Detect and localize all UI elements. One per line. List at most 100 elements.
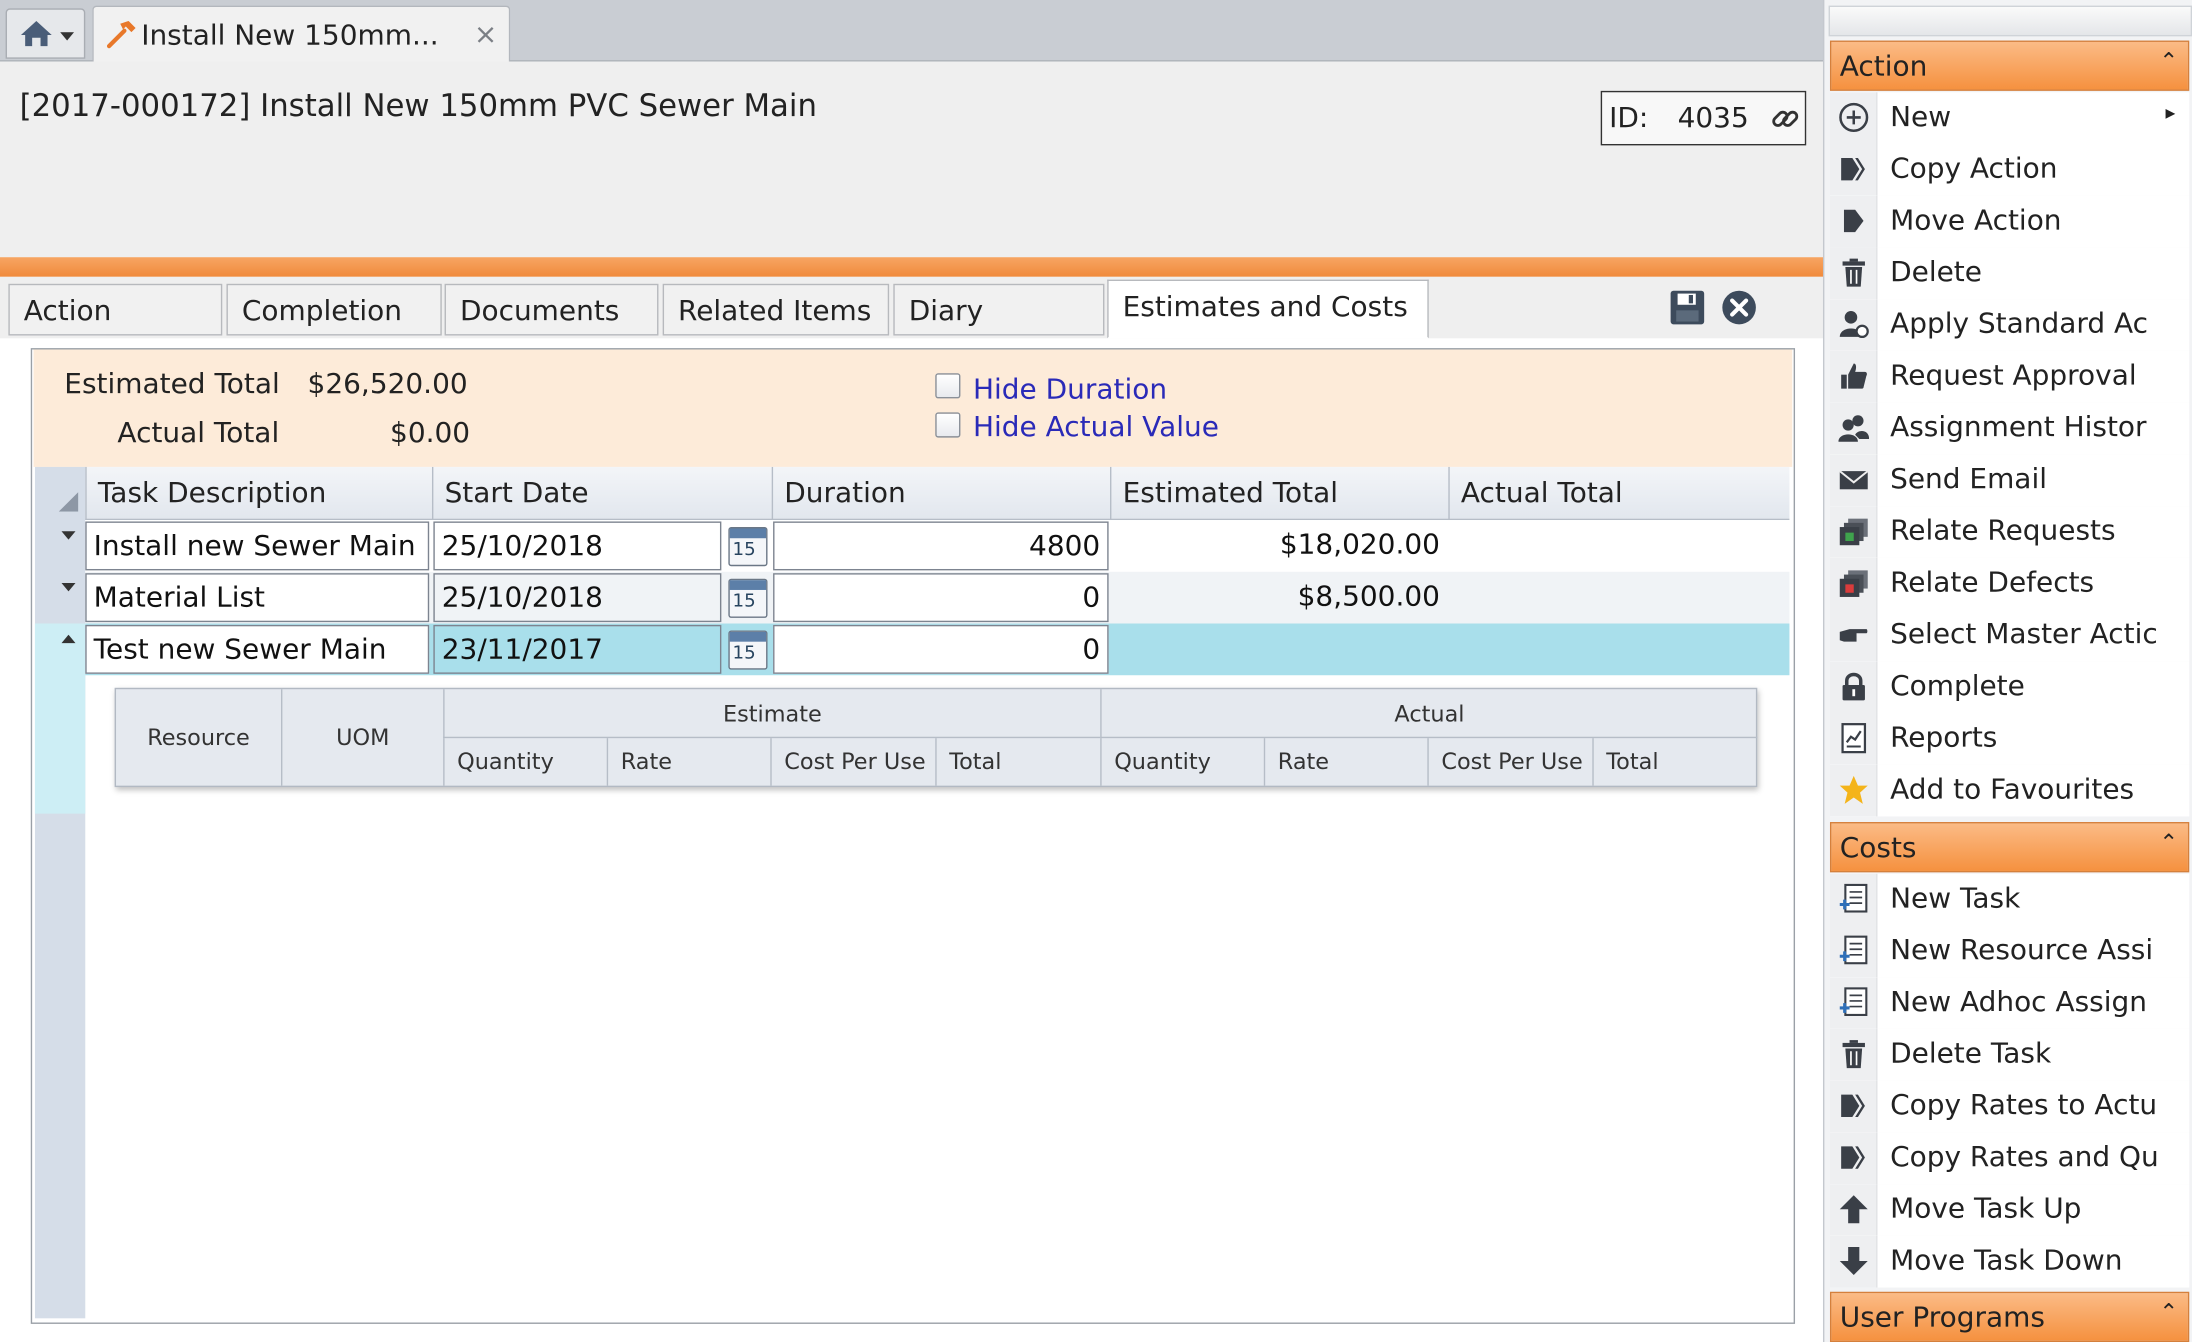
menu-item-assignment-history[interactable]: Assignment Histor <box>1829 402 2190 455</box>
menu-item-delete[interactable]: Delete <box>1829 247 2190 300</box>
column-header-task-description[interactable]: Task Description <box>85 466 432 521</box>
menu-item-copy-action[interactable]: Copy Action <box>1829 143 2190 196</box>
subgrid-header-uom[interactable]: UOM <box>280 689 443 786</box>
subgrid-header-resource[interactable]: Resource <box>116 689 281 785</box>
tab-completion[interactable]: Completion <box>226 283 442 336</box>
pointing-hand-icon <box>1839 629 1868 642</box>
menu-item-select-master-action[interactable]: Select Master Actic <box>1829 609 2190 662</box>
estimate-rate-header[interactable]: Rate <box>606 738 771 786</box>
tab-diary[interactable]: Diary <box>893 283 1105 336</box>
task-description-cell[interactable]: Material List <box>85 573 430 623</box>
column-header-actual-total[interactable]: Actual Total <box>1448 466 1789 521</box>
menu-item-label: Request Approval <box>1890 357 2137 392</box>
estimate-cost-per-use-header[interactable]: Cost Per Use <box>770 738 935 786</box>
menu-item-move-task-down[interactable]: Move Task Down <box>1829 1235 2190 1288</box>
menu-item-label: Copy Rates and Qu <box>1890 1139 2159 1173</box>
estimate-total-header[interactable]: Total <box>935 738 1100 786</box>
menu-item-label: Copy Rates to Actu <box>1890 1087 2158 1122</box>
copy-action-icon <box>1841 157 1865 181</box>
menu-item-new-task[interactable]: New Task <box>1829 873 2190 926</box>
close-record-icon[interactable] <box>1721 289 1757 325</box>
close-tab-icon[interactable]: × <box>474 17 497 51</box>
column-header-estimated-total[interactable]: Estimated Total <box>1110 466 1448 521</box>
start-date-cell[interactable]: 23/11/2017 <box>433 624 722 674</box>
home-menu-button[interactable] <box>5 8 86 59</box>
hide-actual-value-checkbox[interactable] <box>935 412 961 438</box>
actual-cost-per-use-header[interactable]: Cost Per Use <box>1427 738 1592 786</box>
relate-requests-icon <box>1839 518 1868 546</box>
menu-item-relate-requests[interactable]: Relate Requests <box>1829 506 2190 558</box>
tab-estimates-and-costs[interactable]: Estimates and Costs <box>1107 279 1429 339</box>
start-date-cell[interactable]: 25/10/2018 <box>433 573 722 623</box>
menu-item-apply-standard-action[interactable]: Apply Standard Ac <box>1829 299 2190 351</box>
estimated-total-cell <box>1110 624 1448 676</box>
calendar-icon[interactable]: 15 <box>728 578 768 618</box>
hammer-icon <box>106 20 136 49</box>
column-header-duration[interactable]: Duration <box>771 466 1110 521</box>
menu-item-move-task-up[interactable]: Move Task Up <box>1829 1184 2190 1236</box>
hide-duration-checkbox[interactable] <box>935 373 961 399</box>
envelope-icon <box>1839 470 1869 490</box>
menu-item-copy-rates-and-quantity[interactable]: Copy Rates and Qu <box>1829 1132 2190 1185</box>
menu-item-label: Reports <box>1890 719 1998 754</box>
menu-item-request-approval[interactable]: Request Approval <box>1829 350 2190 403</box>
duration-cell[interactable]: 0 <box>773 573 1109 623</box>
users-icon <box>1838 415 1870 442</box>
estimated-total-value: $26,520.00 <box>307 366 468 400</box>
task-description-cell[interactable]: Install new Sewer Main <box>85 521 430 571</box>
tab-related-items[interactable]: Related Items <box>662 283 890 336</box>
thumbs-up-icon <box>1841 363 1867 389</box>
menu-item-label: New Task <box>1890 880 2021 915</box>
menu-item-copy-rates-to-actual[interactable]: Copy Rates to Actu <box>1829 1080 2190 1133</box>
menu-item-new-adhoc-assignment[interactable]: New Adhoc Assign <box>1829 977 2190 1029</box>
expand-row-icon[interactable] <box>61 582 76 592</box>
actual-total-label: Actual Total <box>117 415 280 449</box>
menu-item-move-action[interactable]: Move Action <box>1829 195 2190 248</box>
section-header-user-programs[interactable]: User Programs ⌃ <box>1829 1291 2190 1342</box>
menu-item-add-to-favourites[interactable]: Add to Favourites <box>1829 764 2190 817</box>
menu-item-new-resource-assignment[interactable]: New Resource Assi <box>1829 925 2190 978</box>
menu-item-label: New Resource Assi <box>1890 932 2154 967</box>
menu-item-label: Relate Requests <box>1890 513 2116 547</box>
collapse-row-icon[interactable] <box>61 634 76 644</box>
tab-action[interactable]: Action <box>8 283 223 336</box>
calendar-icon[interactable]: 15 <box>728 527 768 567</box>
menu-item-complete[interactable]: Complete <box>1829 661 2190 713</box>
chevron-up-icon: ⌃ <box>2159 829 2179 856</box>
section-title: Action <box>1839 48 1928 83</box>
actual-quantity-header[interactable]: Quantity <box>1100 738 1264 786</box>
menu-item-delete-task[interactable]: Delete Task <box>1829 1028 2190 1081</box>
task-description-cell[interactable]: Test new Sewer Main <box>85 624 430 674</box>
start-date-cell[interactable]: 25/10/2018 <box>433 521 722 571</box>
actual-rate-header[interactable]: Rate <box>1263 738 1428 786</box>
hide-actual-value-label[interactable]: Hide Actual Value <box>973 410 1219 444</box>
menu-item-send-email[interactable]: Send Email <box>1829 454 2190 507</box>
trash-icon <box>1842 258 1865 287</box>
menu-item-relate-defects[interactable]: Relate Defects <box>1829 557 2190 610</box>
resource-subgrid: Resource UOM Estimate Actual Quantity Ra… <box>114 687 1758 788</box>
tab-documents[interactable]: Documents <box>444 283 659 336</box>
section-header-action[interactable]: Action ⌃ <box>1829 40 2190 91</box>
menu-item-label: New Adhoc Assign <box>1890 984 2147 1018</box>
duration-cell[interactable]: 4800 <box>773 521 1109 571</box>
plus-circle-icon <box>1839 102 1869 132</box>
menu-item-new[interactable]: New ▸ <box>1829 92 2190 144</box>
actual-total-header[interactable]: Total <box>1592 738 1757 786</box>
expand-row-icon[interactable] <box>61 531 76 540</box>
estimate-quantity-header[interactable]: Quantity <box>443 738 607 786</box>
save-icon[interactable] <box>1669 289 1705 325</box>
arrow-down-icon <box>1839 1247 1868 1275</box>
actual-total-cell <box>1448 624 1789 676</box>
chevron-up-icon: ⌃ <box>2159 47 2179 75</box>
estimated-total-label: Estimated Total <box>64 366 280 400</box>
link-icon[interactable] <box>1770 103 1801 134</box>
menu-item-label: Select Master Actic <box>1890 616 2158 651</box>
hide-duration-label[interactable]: Hide Duration <box>973 372 1167 406</box>
section-header-costs[interactable]: Costs ⌃ <box>1829 822 2190 873</box>
document-tab[interactable]: Install New 150mm... × <box>92 5 511 62</box>
duration-cell[interactable]: 0 <box>773 624 1109 674</box>
column-header-start-date[interactable]: Start Date <box>431 466 772 521</box>
calendar-icon[interactable]: 15 <box>728 630 768 670</box>
row-indicator-column <box>34 466 86 1319</box>
menu-item-reports[interactable]: Reports <box>1829 712 2190 765</box>
